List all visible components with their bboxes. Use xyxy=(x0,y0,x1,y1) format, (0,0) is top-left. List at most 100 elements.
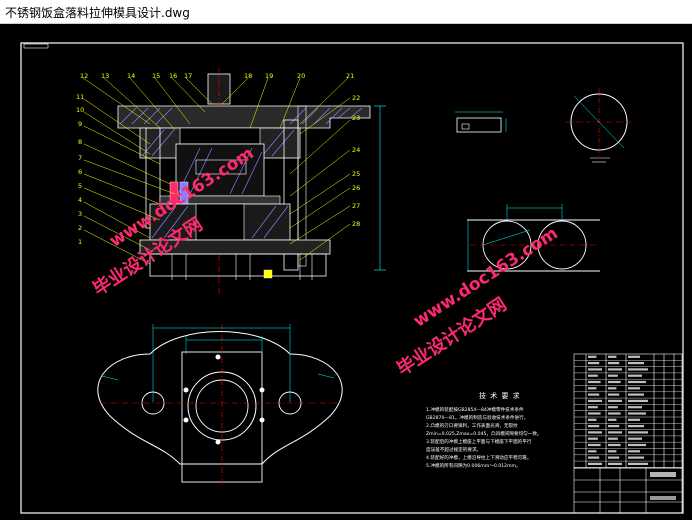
table-cell-mark xyxy=(588,462,602,465)
svg-text:13: 13 xyxy=(101,72,109,80)
table-cell-mark xyxy=(628,462,648,465)
table-cell-mark xyxy=(628,355,640,358)
table-cell-mark xyxy=(628,380,646,384)
table-cell-mark xyxy=(608,412,621,415)
table-cell-mark xyxy=(608,387,617,390)
watermark-right: 毕业设计论文网 www.doc163.com xyxy=(393,223,562,380)
table-cell-mark xyxy=(588,406,598,409)
tech-line: 1.冲模的装配按GB2854—84冲模零件技术条件 xyxy=(426,406,524,413)
plan-view xyxy=(97,324,343,486)
table-cell-mark xyxy=(588,368,602,371)
svg-text:16: 16 xyxy=(169,72,177,80)
table-cell-mark xyxy=(608,425,620,428)
table-cell-mark xyxy=(608,431,622,434)
svg-text:22: 22 xyxy=(352,94,360,102)
table-cell-mark xyxy=(608,362,620,365)
drawing-canvas[interactable]: 12 13 14 15 16 17 18 19 20 21 11 10 9 8 … xyxy=(0,24,692,520)
tech-title: 技 术 要 求 xyxy=(479,391,521,400)
svg-text:11: 11 xyxy=(76,93,84,101)
svg-text:6: 6 xyxy=(78,168,82,176)
table-cell-mark xyxy=(588,393,600,396)
svg-text:9: 9 xyxy=(78,120,82,128)
svg-text:23: 23 xyxy=(352,114,360,122)
table-cell-mark xyxy=(608,456,620,459)
svg-text:20: 20 xyxy=(297,72,305,80)
tech-line: 4.装配好的冲模，上模沿导柱上下滑动应平稳可靠。 xyxy=(426,454,531,461)
table-cell-mark xyxy=(608,406,618,409)
table-cell-mark xyxy=(628,418,640,421)
table-cell-mark xyxy=(628,450,640,453)
table-cell-mark xyxy=(628,374,642,377)
table-cell-mark xyxy=(608,399,622,402)
table-cell-mark xyxy=(588,437,598,440)
svg-text:25: 25 xyxy=(352,170,360,178)
table-cell-mark xyxy=(608,355,617,358)
table-cell-mark xyxy=(628,425,644,428)
table-cell-mark xyxy=(608,462,622,465)
part-detail-rect xyxy=(455,111,507,133)
table-cell-mark xyxy=(588,362,600,365)
svg-text:14: 14 xyxy=(127,72,135,80)
table-cell-mark xyxy=(628,387,640,390)
svg-text:2: 2 xyxy=(78,224,82,232)
table-cell-mark xyxy=(628,399,648,402)
svg-text:10: 10 xyxy=(76,106,84,114)
table-cell-mark xyxy=(628,368,648,371)
frame-corner-box xyxy=(23,43,49,49)
svg-text:4: 4 xyxy=(78,196,82,204)
table-cell-mark xyxy=(588,456,600,459)
table-cell-mark xyxy=(608,380,621,384)
svg-text:8: 8 xyxy=(78,138,82,146)
table-cell-mark xyxy=(628,443,646,447)
svg-text:1: 1 xyxy=(78,238,82,246)
table-cell-mark xyxy=(588,450,597,453)
cad-drawing: 12 13 14 15 16 17 18 19 20 21 11 10 9 8 … xyxy=(20,42,684,514)
table-cell-mark xyxy=(588,399,602,402)
svg-text:7: 7 xyxy=(78,154,82,162)
table-cell-mark xyxy=(588,431,602,434)
table-cell-mark xyxy=(608,443,621,447)
svg-text:21: 21 xyxy=(346,72,354,80)
lower-plate-outline xyxy=(97,331,343,465)
table-cell-mark xyxy=(588,380,601,384)
part-number-labels-left: 11 10 9 8 7 6 5 4 3 2 1 xyxy=(76,93,84,246)
upper-die-plate xyxy=(117,105,371,129)
table-cell-mark xyxy=(628,431,648,434)
table-cell-mark xyxy=(588,418,597,421)
svg-text:15: 15 xyxy=(152,72,160,80)
svg-text:17: 17 xyxy=(184,72,192,80)
table-cell-mark xyxy=(628,412,646,415)
table-cell-mark xyxy=(588,425,600,428)
window-title: 不锈钢饭盒落料拉伸模具设计.dwg xyxy=(5,6,190,20)
table-cell-mark xyxy=(588,355,597,358)
table-cell-mark xyxy=(588,443,601,447)
table-cell-mark xyxy=(628,393,644,396)
table-cell-mark xyxy=(608,393,620,396)
svg-text:3: 3 xyxy=(78,210,82,218)
svg-text:28: 28 xyxy=(352,220,360,228)
tech-line: GB2870—81。冲模的制造与验收技术条件进行。 xyxy=(426,414,528,421)
svg-text:19: 19 xyxy=(265,72,273,80)
svg-text:18: 18 xyxy=(244,72,252,80)
svg-text:5: 5 xyxy=(78,182,82,190)
table-cell-mark xyxy=(608,437,618,440)
table-cell-mark xyxy=(608,368,622,371)
svg-text:27: 27 xyxy=(352,202,360,210)
table-cell-mark xyxy=(588,387,597,390)
table-cell-mark xyxy=(588,374,598,377)
part-detail-circle xyxy=(566,88,632,163)
tech-line: 5.冲模的所有间隙为0.006mm～0.012mm。 xyxy=(426,462,521,469)
table-cell-mark xyxy=(628,456,644,459)
table-cell-mark xyxy=(628,362,644,365)
svg-text:26: 26 xyxy=(352,184,360,192)
table-cell-mark xyxy=(608,450,617,453)
table-cell-mark xyxy=(628,406,642,409)
window-title-bar: 不锈钢饭盒落料拉伸模具设计.dwg xyxy=(0,0,692,24)
tech-line: 2.凸模的刃口要锋利，工作表面光滑，无裂纹 xyxy=(426,422,518,429)
part-number-labels-right: 22 23 24 25 26 27 28 xyxy=(352,94,360,228)
svg-text:12: 12 xyxy=(80,72,88,80)
svg-text:24: 24 xyxy=(352,146,360,154)
tech-line: 3.装配后的冲模上模座上平面与下模座下平面的平行 xyxy=(426,438,532,445)
table-cell-mark xyxy=(588,412,601,415)
table-cell-mark xyxy=(608,374,618,377)
